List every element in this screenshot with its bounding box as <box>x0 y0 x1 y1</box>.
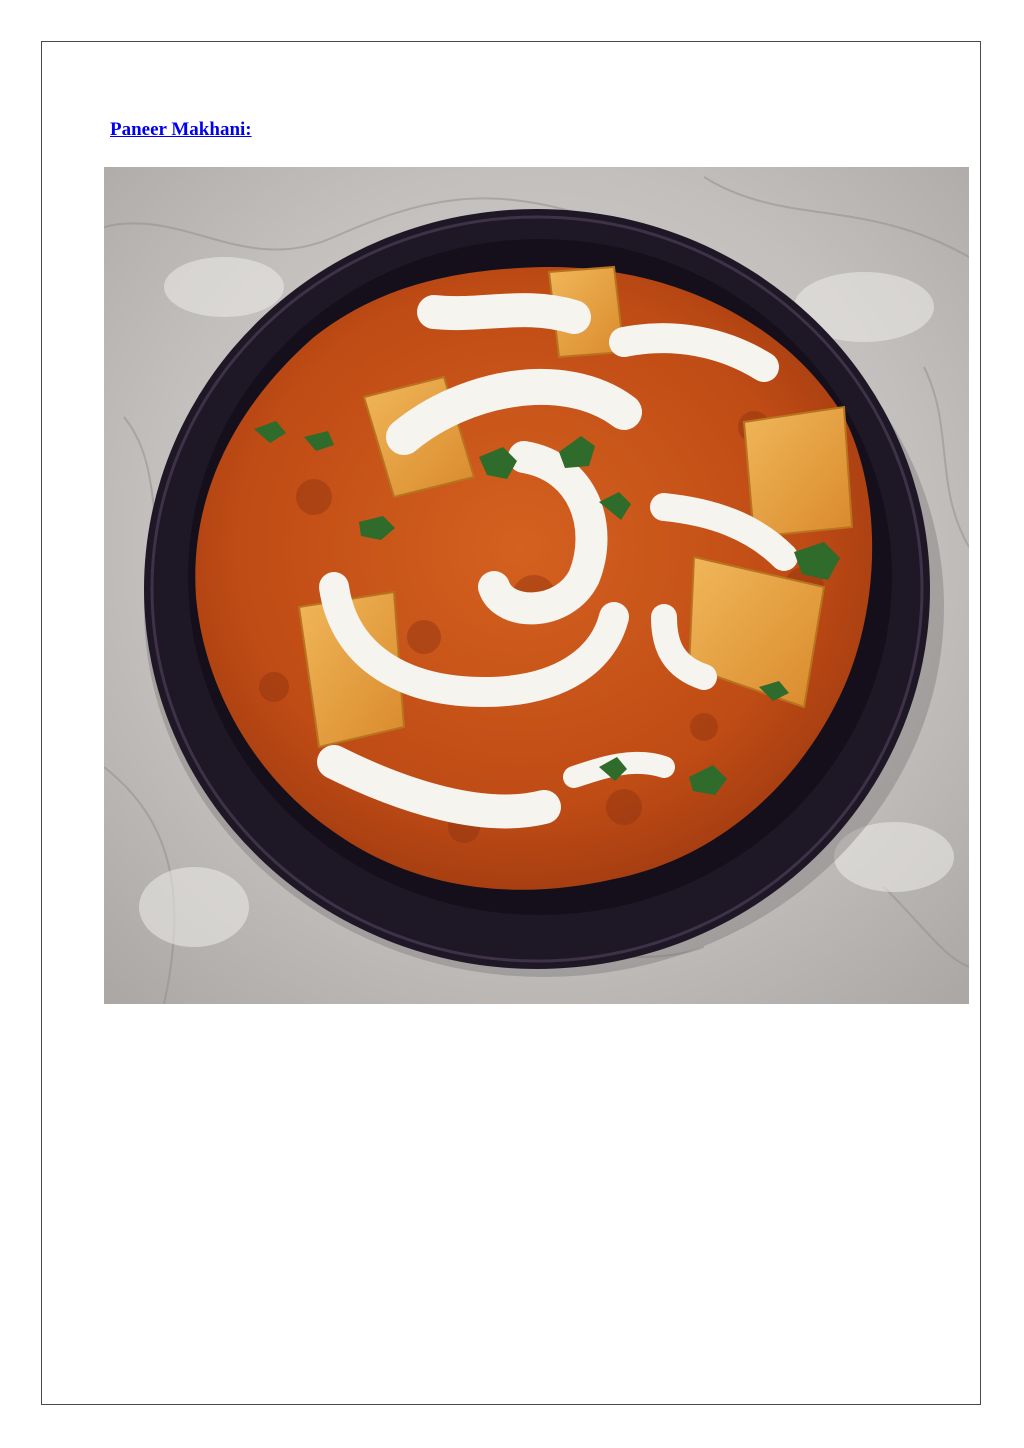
paneer-makhani-photo <box>104 167 969 1004</box>
recipe-heading-link[interactable]: Paneer Makhani: <box>110 119 252 141</box>
